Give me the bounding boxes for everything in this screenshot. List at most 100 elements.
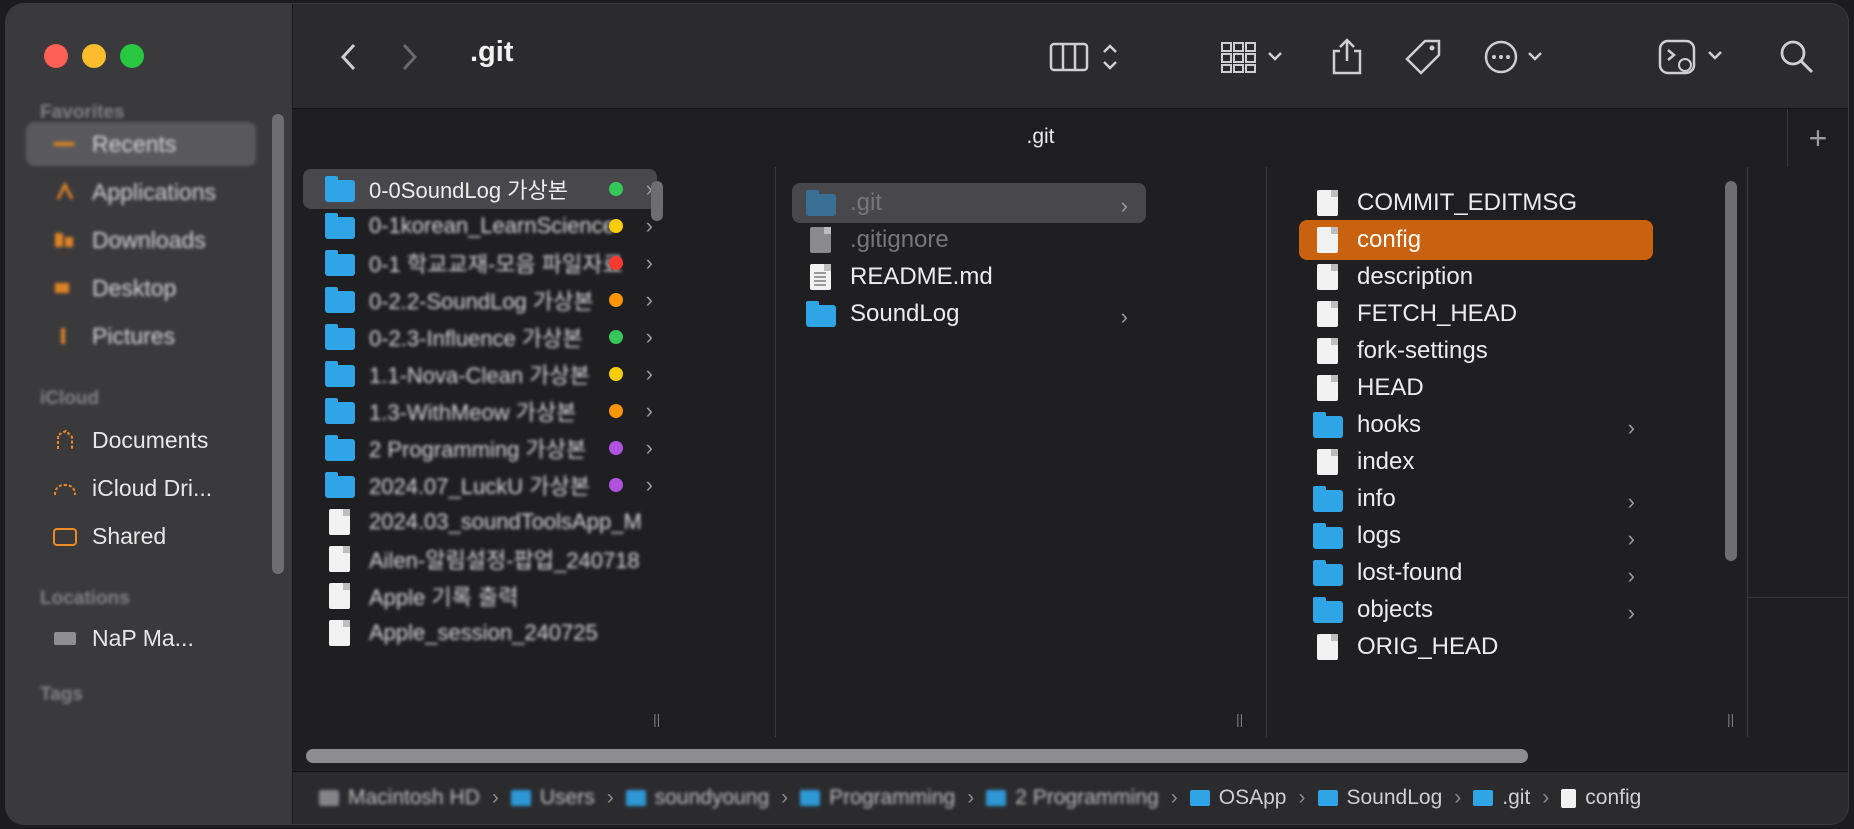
- list-item[interactable]: logs ›: [1299, 516, 1653, 556]
- sidebar-item-label: NaP Ma...: [92, 624, 194, 651]
- zoom-button[interactable]: [120, 44, 144, 68]
- item-name: .gitignore: [850, 226, 949, 253]
- item-name: lost-found: [1357, 559, 1463, 586]
- list-item[interactable]: hooks ›: [1299, 405, 1653, 445]
- item-name: info: [1357, 485, 1396, 512]
- list-item[interactable]: ORIG_HEAD: [1299, 627, 1653, 667]
- search-button[interactable]: [1775, 34, 1819, 80]
- breadcrumb-label: Users: [539, 786, 595, 809]
- list-item[interactable]: 0-1 학교교재-모음 파일자료 ›: [303, 243, 657, 283]
- breadcrumb-item[interactable]: .git: [1473, 786, 1530, 810]
- breadcrumb-separator-icon: ›: [967, 786, 975, 809]
- list-item[interactable]: 0-2.3-Influence 가상본 ›: [303, 317, 657, 357]
- back-button[interactable]: [329, 34, 369, 80]
- chevron-right-icon: ›: [1627, 415, 1635, 440]
- breadcrumb-separator-icon: ›: [606, 786, 614, 809]
- breadcrumb-item[interactable]: SoundLog: [1317, 786, 1443, 810]
- breadcrumb-item[interactable]: config: [1561, 786, 1641, 810]
- chevron-right-icon: ›: [645, 287, 653, 312]
- list-item[interactable]: description: [1299, 257, 1653, 297]
- forward-button[interactable]: [389, 34, 429, 80]
- item-name: 0-0SoundLog 가상본: [369, 178, 568, 203]
- chevron-right-icon: [402, 43, 418, 71]
- file-icon: [325, 620, 355, 646]
- column3-scrollbar[interactable]: [1725, 181, 1737, 561]
- list-item[interactable]: Apple 기록 출력: [303, 576, 657, 616]
- tag-button[interactable]: [1401, 34, 1445, 80]
- minimize-button[interactable]: [82, 44, 106, 68]
- folder-icon: [325, 250, 355, 276]
- column-resize-handle[interactable]: ||: [653, 711, 660, 727]
- list-item[interactable]: HEAD: [1299, 368, 1653, 408]
- applications-icon: [52, 181, 78, 203]
- item-name: logs: [1357, 522, 1402, 549]
- sidebar-item-icloud-drive[interactable]: iCloud Dri...: [52, 466, 252, 510]
- list-item[interactable]: 0-2.2-SoundLog 가상본 ›: [303, 280, 657, 320]
- list-item[interactable]: 2 Programming 가상본 ›: [303, 428, 657, 468]
- breadcrumb-item[interactable]: Programming: [800, 786, 955, 810]
- sidebar-item-desktop[interactable]: Desktop: [52, 266, 252, 310]
- sidebar-item-label: Desktop: [92, 274, 177, 301]
- group-button[interactable]: [1219, 34, 1293, 80]
- breadcrumb-item[interactable]: Users: [510, 786, 595, 810]
- breadcrumb-item[interactable]: OSApp: [1189, 786, 1287, 810]
- more-actions-button[interactable]: [1483, 34, 1553, 80]
- column-resize-handle[interactable]: ||: [1727, 711, 1734, 727]
- window-controls: [44, 44, 144, 68]
- document-icon: [52, 429, 78, 451]
- column-resize-handle[interactable]: ||: [1236, 711, 1243, 727]
- sidebar-item-applications[interactable]: Applications: [52, 170, 252, 214]
- item-name: objects: [1357, 596, 1434, 623]
- sidebar-item-mac[interactable]: NaP Ma...: [52, 616, 252, 660]
- list-item[interactable]: Ailen-알림설정-팝업_240718: [303, 539, 657, 579]
- list-item[interactable]: .git ›: [792, 183, 1146, 223]
- tab-git[interactable]: .git: [293, 125, 1788, 149]
- list-item[interactable]: .gitignore: [792, 220, 1146, 260]
- folder-icon: [325, 213, 355, 239]
- sidebar-item-downloads[interactable]: Downloads: [52, 218, 252, 262]
- tab-bar: .git +: [293, 108, 1848, 168]
- list-item[interactable]: objects ›: [1299, 590, 1653, 630]
- breadcrumb-label: SoundLog: [1346, 786, 1443, 809]
- new-tab-button[interactable]: +: [1787, 109, 1848, 167]
- file-icon: [806, 227, 836, 253]
- list-item[interactable]: COMMIT_EDITMSG: [1299, 183, 1653, 223]
- breadcrumb-item[interactable]: Macintosh HD: [319, 786, 480, 810]
- item-name: Ailen-알림설정-팝업_240718: [369, 548, 640, 573]
- file-icon: [1313, 227, 1343, 253]
- sidebar-item-label: iCloud Dri...: [92, 474, 213, 501]
- sidebar-item-documents[interactable]: Documents: [52, 418, 252, 462]
- list-item[interactable]: 2024.03_soundToolsApp_M: [303, 502, 657, 542]
- folder-icon: [325, 287, 355, 313]
- list-item[interactable]: 1.3-WithMeow 가상본 ›: [303, 391, 657, 431]
- list-item[interactable]: config: [1299, 220, 1653, 260]
- breadcrumb-item[interactable]: 2 Programming: [986, 786, 1159, 810]
- sidebar-item-shared[interactable]: Shared: [52, 514, 252, 558]
- list-item[interactable]: info ›: [1299, 479, 1653, 519]
- list-item[interactable]: SoundLog ›: [792, 294, 1146, 334]
- list-item[interactable]: 1.1-Nova-Clean 가상본 ›: [303, 354, 657, 394]
- column-preview: [1748, 167, 1848, 737]
- terminal-shortcut-button[interactable]: [1657, 34, 1731, 80]
- list-item[interactable]: index: [1299, 442, 1653, 482]
- color-tag-icon: [609, 219, 623, 233]
- sidebar-item-pictures[interactable]: Pictures: [52, 314, 252, 358]
- horizontal-scrollbar[interactable]: [306, 749, 1528, 763]
- sidebar-item-recents[interactable]: Recents: [26, 122, 256, 166]
- close-button[interactable]: [44, 44, 68, 68]
- share-button[interactable]: [1327, 34, 1367, 80]
- view-mode-button[interactable]: [1049, 34, 1129, 80]
- list-item[interactable]: 0-1korean_LearnScience ›: [303, 206, 657, 246]
- breadcrumb-separator-icon: ›: [1298, 786, 1306, 809]
- list-item[interactable]: lost-found ›: [1299, 553, 1653, 593]
- list-item[interactable]: 2024.07_LuckU 가상본 ›: [303, 465, 657, 505]
- list-item[interactable]: FETCH_HEAD: [1299, 294, 1653, 334]
- column1-scrollbar[interactable]: [651, 181, 663, 221]
- list-item[interactable]: fork-settings: [1299, 331, 1653, 371]
- list-item[interactable]: README.md: [792, 257, 1146, 297]
- list-item[interactable]: 0-0SoundLog 가상본 ›: [303, 169, 657, 209]
- toolbar: .git: [293, 4, 1848, 108]
- list-item[interactable]: Apple_session_240725: [303, 613, 657, 653]
- sidebar-scrollbar[interactable]: [272, 114, 284, 574]
- breadcrumb-item[interactable]: soundyoung: [625, 786, 769, 810]
